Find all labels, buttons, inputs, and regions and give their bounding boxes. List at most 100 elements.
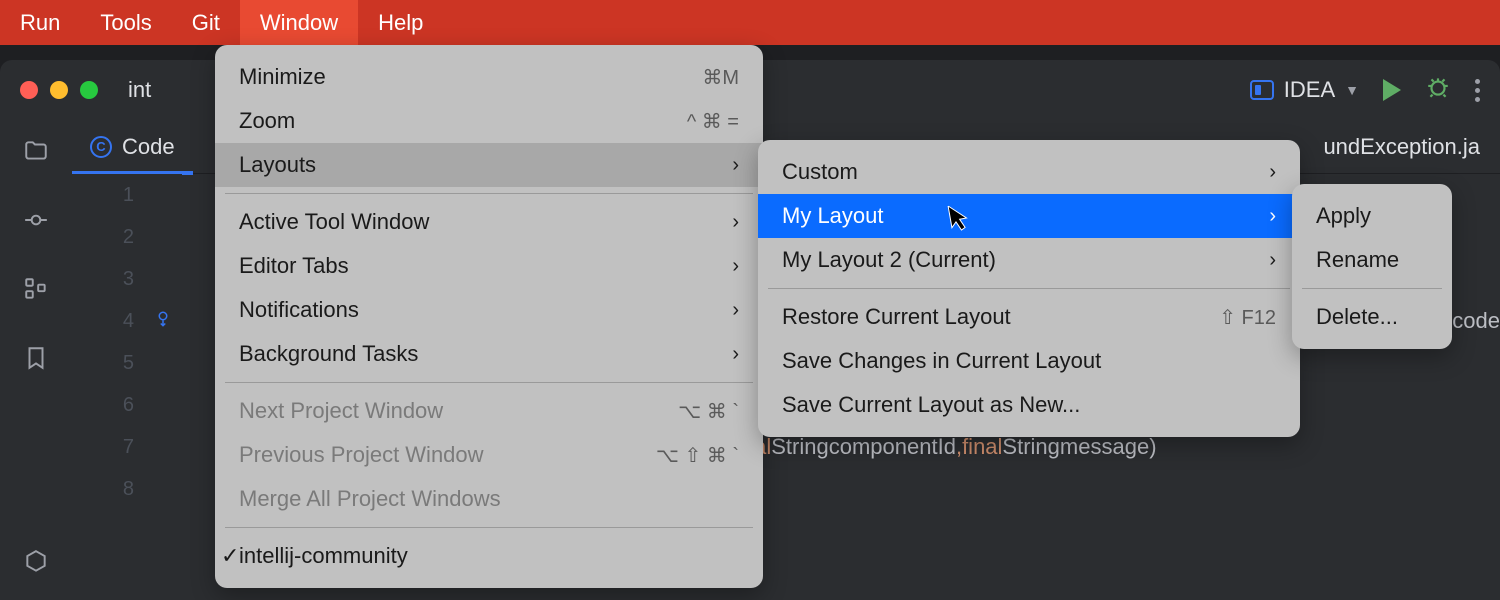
run-config-label: IDEA (1284, 77, 1335, 103)
menu-item[interactable]: Delete... (1292, 295, 1452, 339)
menu-item-label: Active Tool Window (239, 209, 429, 235)
chevron-right-icon: › (1269, 161, 1276, 184)
debug-button[interactable] (1425, 74, 1451, 107)
chevron-right-icon: › (732, 255, 739, 278)
menu-run[interactable]: Run (0, 0, 80, 45)
folder-icon[interactable] (23, 138, 49, 171)
menu-item-label: Restore Current Layout (782, 304, 1011, 330)
chevron-down-icon: ▼ (1345, 82, 1359, 98)
chevron-right-icon: › (732, 343, 739, 366)
menu-item[interactable]: My Layout › (758, 194, 1300, 238)
close-icon[interactable] (20, 81, 38, 99)
menu-item-label: Merge All Project Windows (239, 486, 501, 512)
menu-tools[interactable]: Tools (80, 0, 171, 45)
menu-shortcut: ⌥ ⌘ ` (678, 399, 739, 424)
menu-item-label: Notifications (239, 297, 359, 323)
menu-item-label: Zoom (239, 108, 295, 134)
line-number: 3 (72, 258, 182, 300)
toolbar-right: IDEA ▼ (1250, 74, 1480, 107)
menu-item-label: Custom (782, 159, 858, 185)
line-number: 1 (72, 174, 182, 216)
chevron-right-icon: › (1269, 249, 1276, 272)
menu-separator (225, 527, 753, 528)
traffic-lights (20, 81, 98, 99)
line-number: 8 (72, 468, 182, 510)
structure-icon[interactable] (23, 276, 49, 309)
check-icon: ✓ (221, 543, 239, 569)
chevron-right-icon: › (1269, 205, 1276, 228)
line-number: 6 (72, 384, 182, 426)
config-icon (1250, 80, 1274, 100)
menu-help[interactable]: Help (358, 0, 443, 45)
menu-item-label: Editor Tabs (239, 253, 349, 279)
maximize-icon[interactable] (80, 81, 98, 99)
menu-item[interactable]: Save Changes in Current Layout (758, 339, 1300, 383)
menu-item[interactable]: Layouts › (215, 143, 763, 187)
menu-shortcut: ^ ⌘ = (687, 109, 739, 134)
menu-item-label: Save Current Layout as New... (782, 392, 1080, 418)
window-menu-dropdown: Minimize⌘MZoom^ ⌘ =Layouts›Active Tool W… (215, 45, 763, 588)
class-icon: C (90, 136, 112, 158)
menu-item[interactable]: Save Current Layout as New... (758, 383, 1300, 427)
tab-fragment-right[interactable]: undException.ja (1323, 134, 1500, 160)
bookmark-icon[interactable] (23, 345, 49, 378)
menu-separator (768, 288, 1290, 289)
gutter: 12345678 (72, 174, 182, 600)
menu-item-label: Layouts (239, 152, 316, 178)
line-number: 5 (72, 342, 182, 384)
menu-item[interactable]: Zoom ^ ⌘ = (215, 99, 763, 143)
menu-separator (225, 382, 753, 383)
chevron-right-icon: › (732, 154, 739, 177)
menu-item-label: My Layout 2 (Current) (782, 247, 996, 273)
menu-item[interactable]: Editor Tabs › (215, 244, 763, 288)
chevron-right-icon: › (732, 211, 739, 234)
menu-shortcut: ⌘M (702, 65, 739, 90)
line-number: 7 (72, 426, 182, 468)
line-number: 2 (72, 216, 182, 258)
run-config-selector[interactable]: IDEA ▼ (1250, 77, 1359, 103)
commit-icon[interactable] (23, 207, 49, 240)
menubar: Run Tools Git Window Help (0, 0, 1500, 45)
menu-item[interactable]: My Layout 2 (Current) › (758, 238, 1300, 282)
line-number: 4 (72, 300, 182, 342)
menu-item[interactable]: Minimize ⌘M (215, 55, 763, 99)
layout-action-submenu: Apply Rename Delete... (1292, 184, 1452, 349)
menu-shortcut: ⌥ ⇧ ⌘ ` (656, 443, 739, 468)
menu-item[interactable]: Rename (1292, 238, 1452, 282)
menu-item-label: intellij-community (239, 543, 408, 569)
menu-item: Merge All Project Windows (215, 477, 763, 521)
menu-item[interactable]: Notifications › (215, 288, 763, 332)
menu-item-label: Save Changes in Current Layout (782, 348, 1101, 374)
menu-item-label: Minimize (239, 64, 326, 90)
menu-item[interactable]: Active Tool Window › (215, 200, 763, 244)
tab-label: Code (122, 134, 175, 160)
window-title: int (128, 77, 151, 103)
menu-item-label: Apply (1316, 203, 1371, 229)
menu-item: Previous Project Window ⌥ ⇧ ⌘ ` (215, 433, 763, 477)
menu-item-label: My Layout (782, 203, 884, 229)
run-button[interactable] (1383, 79, 1401, 101)
gutter-target-icon[interactable] (154, 310, 172, 333)
menu-item[interactable]: Apply (1292, 194, 1452, 238)
menu-item: Next Project Window ⌥ ⌘ ` (215, 389, 763, 433)
menu-item[interactable]: Custom › (758, 150, 1300, 194)
menu-item-label: Background Tasks (239, 341, 418, 367)
menu-git[interactable]: Git (172, 0, 240, 45)
build-icon[interactable] (23, 549, 49, 582)
minimize-icon[interactable] (50, 81, 68, 99)
chevron-right-icon: › (732, 299, 739, 322)
layouts-submenu: Custom › My Layout › My Layout 2 (Current) › R… (758, 140, 1300, 437)
menu-item[interactable]: Restore Current Layout ⇧ F12 (758, 295, 1300, 339)
menu-window[interactable]: Window (240, 0, 358, 45)
menu-shortcut: ⇧ F12 (1219, 305, 1276, 330)
menu-item[interactable]: Background Tasks › (215, 332, 763, 376)
more-button[interactable] (1475, 79, 1480, 102)
menu-item-label: Previous Project Window (239, 442, 484, 468)
menu-item-label: Delete... (1316, 304, 1398, 330)
menu-item[interactable]: ✓intellij-community (215, 534, 763, 578)
tab-code[interactable]: C Code (72, 120, 193, 174)
menu-separator (1302, 288, 1442, 289)
left-sidebar (0, 120, 72, 600)
menu-item-label: Next Project Window (239, 398, 443, 424)
menu-item-label: Rename (1316, 247, 1399, 273)
